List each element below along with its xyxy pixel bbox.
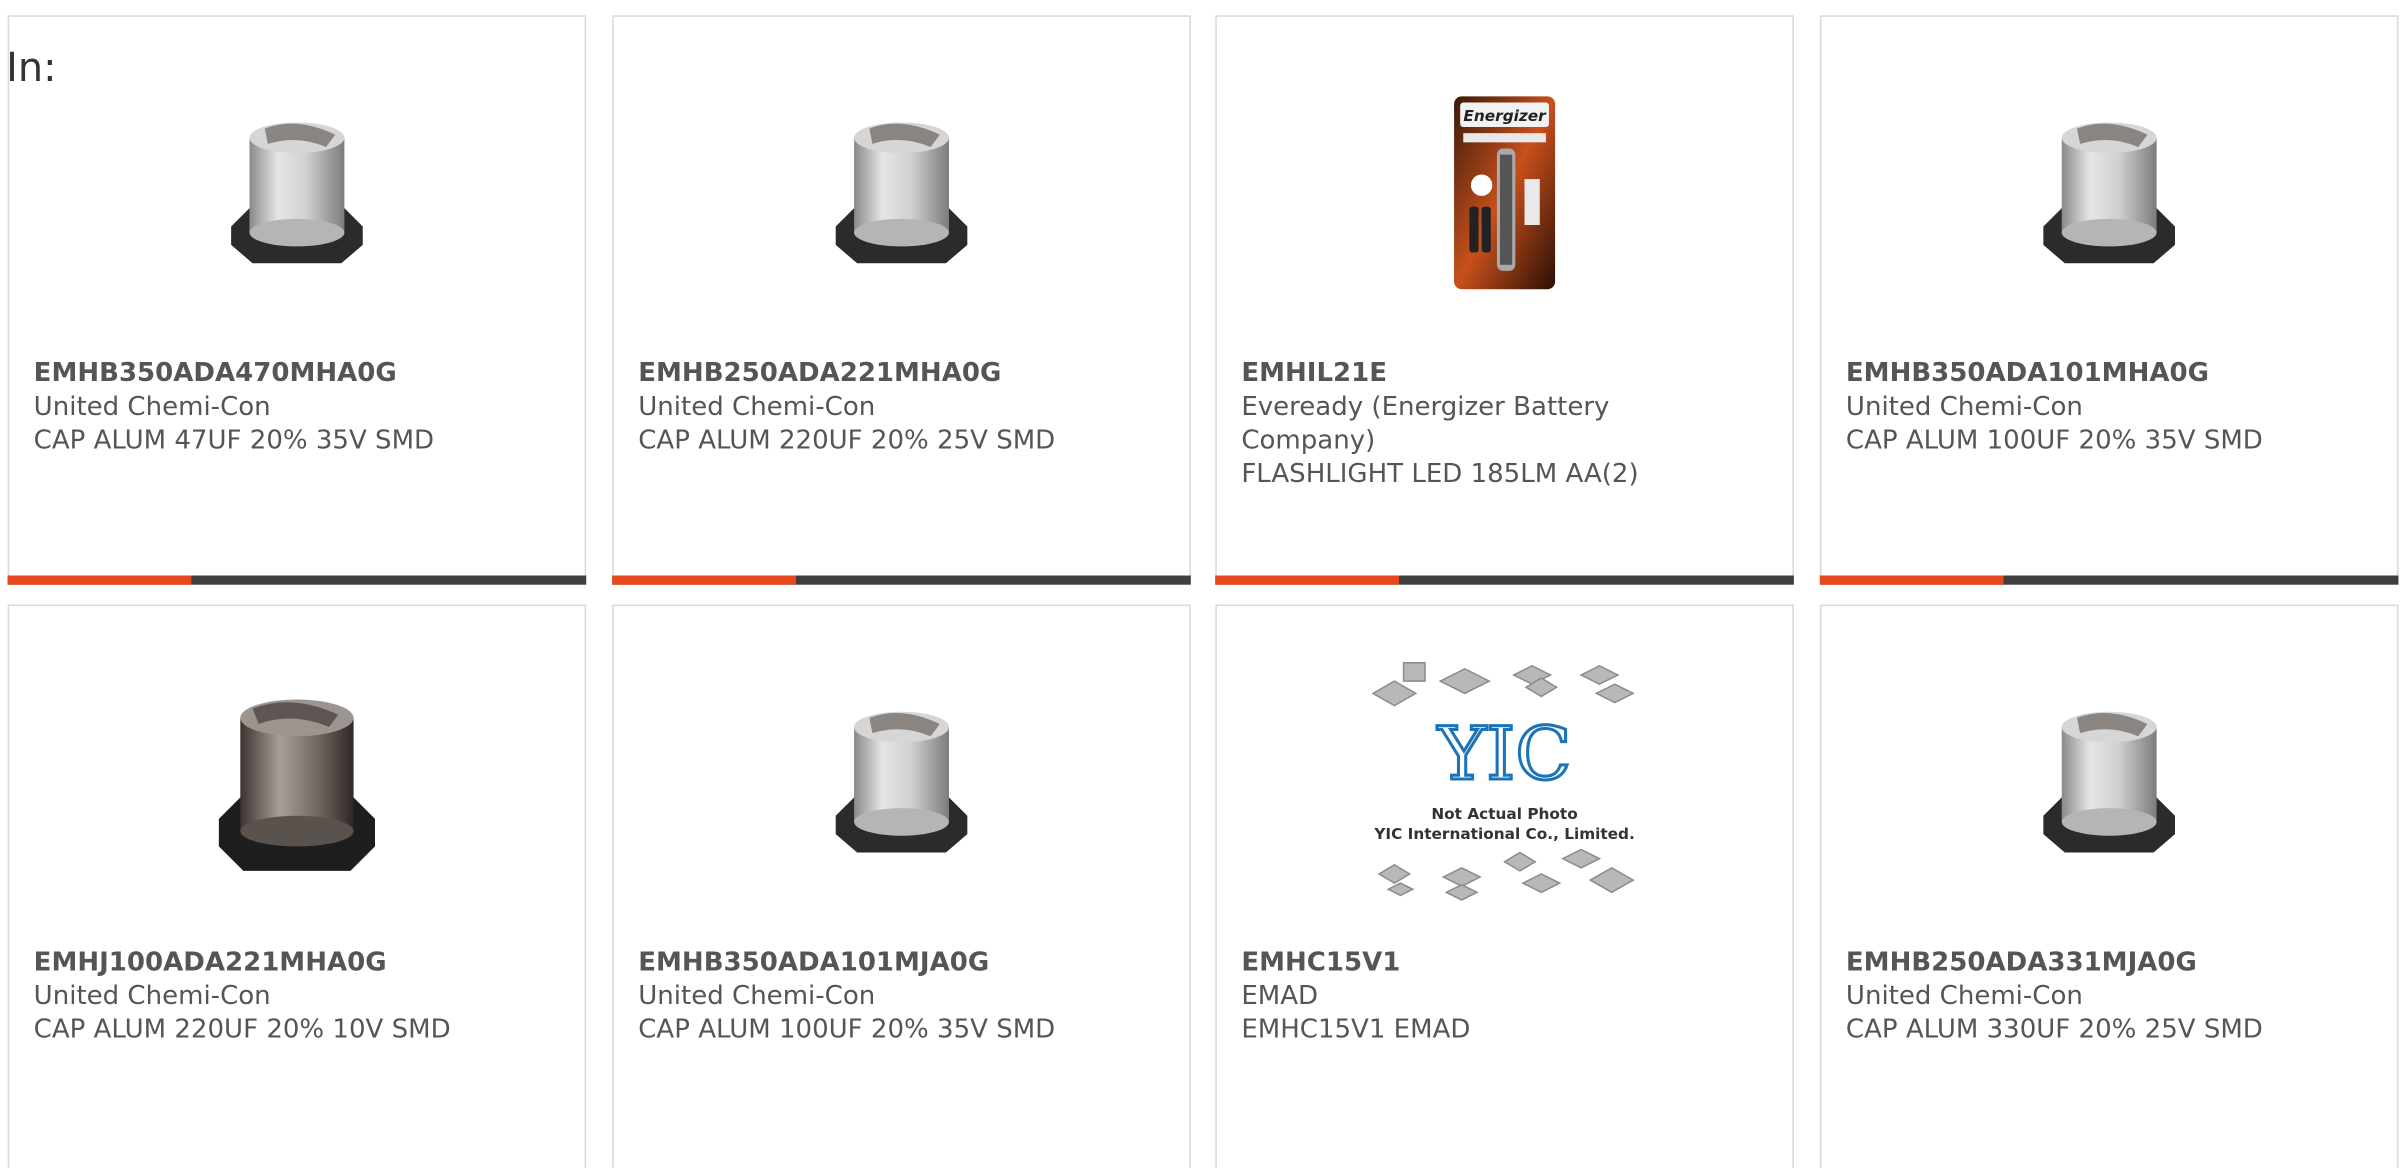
product-meta: EMHJ100ADA221MHA0G United Chemi-Con CAP … bbox=[34, 946, 493, 1047]
manufacturer: United Chemi-Con bbox=[1845, 981, 2083, 1012]
product-meta: EMHB350ADA101MHA0G United Chemi-Con CAP … bbox=[1846, 357, 2305, 458]
card-accent bbox=[1819, 575, 2004, 585]
card-footer-bar bbox=[1215, 575, 1794, 585]
card-accent bbox=[1215, 575, 1399, 585]
description: CAP ALUM 220UF 20% 10V SMD bbox=[33, 1014, 451, 1046]
manufacturer: EMAD bbox=[1241, 981, 1319, 1012]
part-number[interactable]: EMHC15V1 bbox=[1241, 946, 1700, 980]
capacitor-smd-icon bbox=[835, 122, 968, 264]
product-image[interactable]: Energizer bbox=[1217, 78, 1793, 308]
part-number[interactable]: EMHJ100ADA221MHA0G bbox=[34, 946, 493, 980]
capacitor-smd-icon bbox=[835, 711, 968, 853]
product-meta: EMHB350ADA101MJA0G United Chemi-Con CAP … bbox=[638, 946, 1097, 1047]
product-meta: EMHIL21E Eveready (Energizer Battery Com… bbox=[1241, 357, 1700, 492]
filter-heading: In: bbox=[6, 45, 57, 92]
description: FLASHLIGHT LED 185LM AA(2) bbox=[1241, 459, 1639, 490]
product-card[interactable]: EMHB350ADA101MHA0G United Chemi-Con CAP … bbox=[1819, 15, 2399, 585]
product-card[interactable]: EMHJ100ADA221MHA0G United Chemi-Con CAP … bbox=[7, 604, 587, 1168]
manufacturer: United Chemi-Con bbox=[33, 981, 271, 1012]
product-meta: EMHB250ADA331MJA0G United Chemi-Con CAP … bbox=[1846, 946, 2305, 1047]
product-image[interactable] bbox=[1821, 667, 2397, 897]
card-footer-bar bbox=[612, 575, 1191, 585]
capacitor-smd-icon bbox=[231, 122, 363, 264]
product-card[interactable]: EMHB350ADA101MJA0G United Chemi-Con CAP … bbox=[612, 604, 1191, 1168]
card-accent bbox=[612, 575, 796, 585]
manufacturer: United Chemi-Con bbox=[33, 391, 271, 423]
product-image[interactable]: YIC Not Actual Photo YIC International C… bbox=[1217, 661, 1793, 901]
manufacturer: United Chemi-Con bbox=[638, 391, 876, 423]
card-accent bbox=[7, 575, 192, 585]
description: CAP ALUM 47UF 20% 35V SMD bbox=[33, 425, 435, 457]
product-image[interactable] bbox=[9, 667, 585, 897]
manufacturer: United Chemi-Con bbox=[638, 981, 876, 1012]
product-image[interactable] bbox=[614, 667, 1190, 897]
part-number[interactable]: EMHB350ADA470MHA0G bbox=[34, 357, 493, 391]
product-card[interactable]: EMHB250ADA221MHA0G United Chemi-Con CAP … bbox=[612, 15, 1191, 585]
part-number[interactable]: EMHB350ADA101MJA0G bbox=[638, 946, 1097, 980]
capacitor-smd-icon bbox=[2043, 711, 2175, 853]
description: CAP ALUM 330UF 20% 25V SMD bbox=[1845, 1014, 2263, 1046]
part-number[interactable]: EMHB250ADA331MJA0G bbox=[1846, 946, 2305, 980]
product-meta: EMHB350ADA470MHA0G United Chemi-Con CAP … bbox=[34, 357, 493, 458]
product-card[interactable]: EMHB350ADA470MHA0G United Chemi-Con CAP … bbox=[7, 15, 587, 585]
card-footer-bar bbox=[7, 575, 587, 585]
product-meta: EMHB250ADA221MHA0G United Chemi-Con CAP … bbox=[638, 357, 1097, 458]
capacitor-smd-icon bbox=[2043, 122, 2175, 264]
yic-logo: YIC bbox=[1437, 712, 1572, 797]
part-number[interactable]: EMHB350ADA101MHA0G bbox=[1846, 357, 2305, 391]
product-card[interactable]: YIC Not Actual Photo YIC International C… bbox=[1215, 604, 1794, 1168]
manufacturer: United Chemi-Con bbox=[1845, 391, 2083, 423]
placeholder-line2: YIC International Co., Limited. bbox=[1373, 825, 1635, 843]
product-meta: EMHC15V1 EMAD EMHC15V1 EMAD bbox=[1241, 946, 1700, 1047]
description: EMHC15V1 EMAD bbox=[1241, 1014, 1471, 1046]
manufacturer: Eveready (Energizer Battery Company) bbox=[1241, 391, 1610, 457]
flashlight-package-icon: Energizer bbox=[1454, 96, 1556, 290]
description: CAP ALUM 220UF 20% 25V SMD bbox=[638, 425, 1056, 457]
brand-text: Energizer bbox=[1463, 107, 1547, 125]
product-grid-page: In: EMHB350ADA470MHA0G United Chemi-Con bbox=[0, 0, 2400, 1168]
product-card[interactable]: Energizer EMHIL21E Eveready (Energizer B… bbox=[1215, 15, 1794, 585]
placeholder-chips-icon: YIC Not Actual Photo YIC International C… bbox=[1371, 661, 1635, 901]
placeholder-line1: Not Actual Photo bbox=[1431, 805, 1577, 823]
product-image[interactable] bbox=[614, 78, 1190, 308]
product-card[interactable]: EMHB250ADA331MJA0G United Chemi-Con CAP … bbox=[1819, 604, 2399, 1168]
product-image[interactable] bbox=[1821, 78, 2397, 308]
part-number[interactable]: EMHB250ADA221MHA0G bbox=[638, 357, 1097, 391]
card-footer-bar bbox=[1819, 575, 2399, 585]
part-number[interactable]: EMHIL21E bbox=[1241, 357, 1700, 391]
capacitor-smd-dark-icon bbox=[218, 699, 375, 871]
product-image[interactable] bbox=[9, 78, 585, 308]
description: CAP ALUM 100UF 20% 35V SMD bbox=[1845, 425, 2263, 457]
description: CAP ALUM 100UF 20% 35V SMD bbox=[638, 1014, 1056, 1046]
